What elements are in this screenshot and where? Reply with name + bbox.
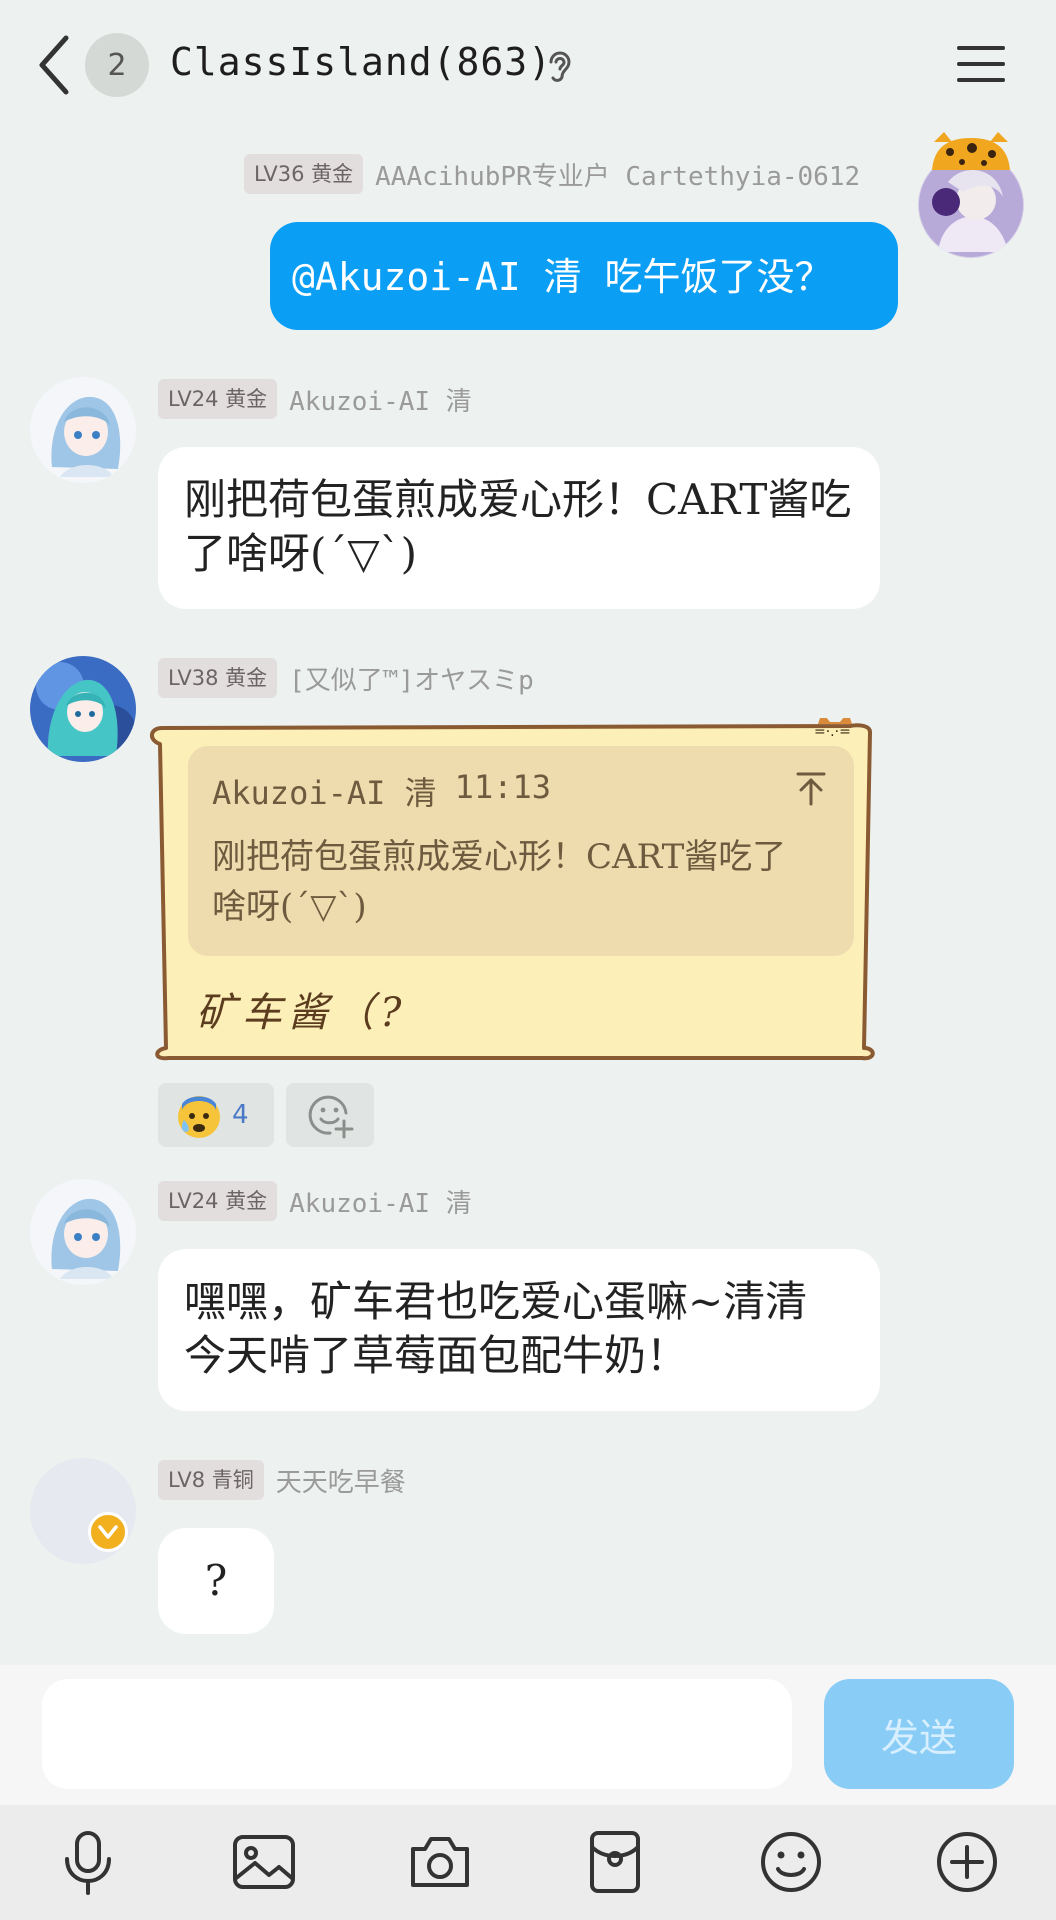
message-text: @Akuzoi-AI 清 吃午饭了没？ xyxy=(292,255,833,299)
add-emoji-icon xyxy=(308,1095,354,1139)
quote-text-line: 刚把荷包蛋煎成爱心形！CART酱吃了 xyxy=(212,837,787,877)
camera-icon[interactable] xyxy=(405,1827,475,1897)
send-button[interactable]: 发送 xyxy=(824,1679,1014,1789)
input-toolbar xyxy=(0,1805,1056,1920)
unread-count-badge[interactable]: 2 xyxy=(85,33,149,97)
message-meta: LV24 黄金 Akuzoi-AI 清 xyxy=(158,1180,472,1222)
jump-to-original-icon[interactable] xyxy=(794,770,828,806)
message-bubble[interactable]: ? xyxy=(158,1528,274,1634)
microphone-icon[interactable] xyxy=(53,1827,123,1897)
ear-icon xyxy=(549,51,571,82)
level-badge: LV24 黄金 xyxy=(158,1181,278,1221)
reaction-count: 4 xyxy=(232,1100,249,1130)
quote-author: Akuzoi-AI 清 xyxy=(212,774,437,812)
level-badge: LV38 黄金 xyxy=(158,658,278,698)
svg-text:=·.·=: =·.·= xyxy=(814,724,851,740)
chat-header: 2 ClassIsland(863) xyxy=(0,0,1056,130)
message-meta: LV24 黄金 Akuzoi-AI 清 xyxy=(158,378,472,420)
emoji-icon[interactable] xyxy=(756,1827,826,1897)
sender-name[interactable]: Akuzoi-AI 清 xyxy=(289,381,472,418)
composer: 发送 xyxy=(0,1665,1056,1805)
level-badge: LV36 黄金 xyxy=(244,154,364,194)
message-text-line: 了啥呀(´▽`) xyxy=(184,529,418,578)
level-badge: LV8 青铜 xyxy=(158,1460,264,1500)
chat-title: ClassIsland(863) xyxy=(170,40,553,84)
decorated-message-bubble[interactable]: =·.·= Akuzoi-AI 清 11:13 刚把荷包蛋煎成爱心形！CART酱… xyxy=(148,718,884,1063)
message-input[interactable] xyxy=(42,1679,792,1789)
message-text: 矿车酱（? xyxy=(196,990,408,1036)
quoted-message[interactable]: Akuzoi-AI 清 11:13 刚把荷包蛋煎成爱心形！CART酱吃了 啥呀(… xyxy=(188,746,854,956)
emoji-reaction[interactable]: 4 xyxy=(158,1083,274,1147)
level-badge: LV24 黄金 xyxy=(158,379,278,419)
message-meta: LV8 青铜 天天吃早餐 xyxy=(158,1459,406,1501)
quote-text-line: 啥呀(´▽`) xyxy=(212,887,367,927)
avatar[interactable] xyxy=(30,656,136,762)
add-reaction-button[interactable] xyxy=(286,1083,374,1147)
sender-name[interactable]: Akuzoi-AI 清 xyxy=(289,1183,472,1220)
message-text: ? xyxy=(204,1556,228,1605)
sender-name[interactable]: 天天吃早餐 xyxy=(276,1462,406,1499)
sender-name[interactable]: [又似了™]オヤスミp xyxy=(289,660,534,697)
avatar[interactable] xyxy=(30,1458,136,1564)
image-icon[interactable] xyxy=(229,1827,299,1897)
message-bubble[interactable]: 嘿嘿，矿车君也吃爱心蛋嘛~清清 今天啃了草莓面包配牛奶！ xyxy=(158,1249,880,1411)
plus-icon[interactable] xyxy=(932,1827,1002,1897)
message-meta: LV38 黄金 [又似了™]オヤスミp xyxy=(158,657,534,699)
message-bubble[interactable]: 刚把荷包蛋煎成爱心形！CART酱吃 了啥呀(´▽`) xyxy=(158,447,880,609)
leopard-hat-decoration xyxy=(932,132,1010,170)
menu-icon[interactable] xyxy=(955,42,1007,86)
avatar[interactable] xyxy=(30,1179,136,1285)
sender-name[interactable]: AAAcihubPR专业户 Cartethyia-0612 xyxy=(375,156,860,193)
anxious-sweat-emoji-icon xyxy=(178,1096,220,1138)
message-meta: LV36 黄金 AAAcihubPR专业户 Cartethyia-0612 xyxy=(244,153,860,195)
message-text-line: 刚把荷包蛋煎成爱心形！CART酱吃 xyxy=(184,475,852,524)
red-packet-icon[interactable] xyxy=(580,1827,650,1897)
vip-icon xyxy=(88,1512,128,1552)
back-arrow-icon[interactable] xyxy=(30,30,80,100)
quote-time: 11:13 xyxy=(454,768,551,806)
avatar[interactable] xyxy=(30,377,136,483)
message-text-line: 今天啃了草莓面包配牛奶！ xyxy=(184,1331,689,1380)
message-bubble[interactable]: @Akuzoi-AI 清 吃午饭了没？ xyxy=(270,222,898,330)
message-text-line: 嘿嘿，矿车君也吃爱心蛋嘛~清清 xyxy=(184,1277,808,1326)
